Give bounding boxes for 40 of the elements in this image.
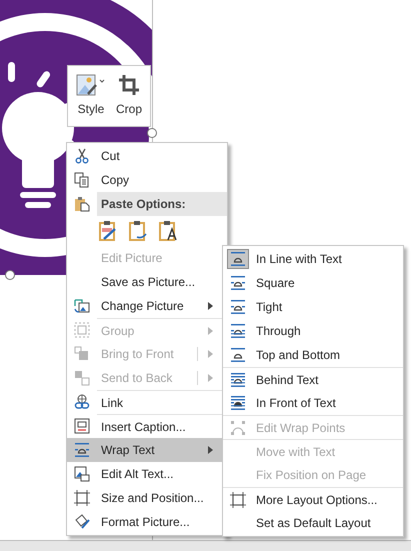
crop-icon [118,74,140,96]
text-wrap-icon [74,442,90,458]
text-wrap-icon [230,299,246,315]
text-wrap-icon [230,323,246,339]
resize-handle[interactable] [5,270,15,280]
menu-item[interactable]: Copy [67,168,227,192]
menu-item[interactable]: Cut [67,144,227,168]
copy-icon [74,172,90,188]
resize-icon [74,490,90,506]
picture-swap-icon [74,298,90,314]
resize-icon [230,492,246,508]
clipboard-icon [74,196,90,212]
paint-bucket-icon [74,514,90,530]
group-icon [74,322,90,338]
text-wrap-icon [230,347,246,363]
toolbar-button[interactable]: Style [72,74,109,118]
text-wrap-icon [230,275,246,291]
menu-item[interactable]: In Line with Text [223,247,403,271]
send-back-icon [74,370,90,386]
menu-item[interactable]: In Front of Text [223,391,403,415]
submenu-arrow-icon [208,350,213,358]
submenu-arrow-icon [208,446,213,454]
wrap-points-icon [230,420,246,436]
link-icon [74,394,90,410]
resize-handle[interactable] [147,128,157,138]
bring-front-icon [74,346,90,362]
picture-style-icon [76,74,106,96]
text-wrap-icon [230,395,246,411]
menu-item[interactable]: Square [223,271,403,295]
submenu-arrow-icon [208,374,213,382]
menu-item[interactable]: Behind Text [223,367,403,391]
caption-icon [74,418,90,434]
menu-item[interactable]: More Layout Options... [223,487,403,511]
menu-item[interactable]: Through [223,319,403,343]
scissors-icon [74,148,90,164]
submenu-arrow-icon [208,326,213,334]
toolbar-button[interactable]: Crop [112,74,145,118]
text-wrap-icon [230,372,246,388]
alt-text-icon [74,466,90,482]
submenu-arrow-icon [208,302,213,310]
